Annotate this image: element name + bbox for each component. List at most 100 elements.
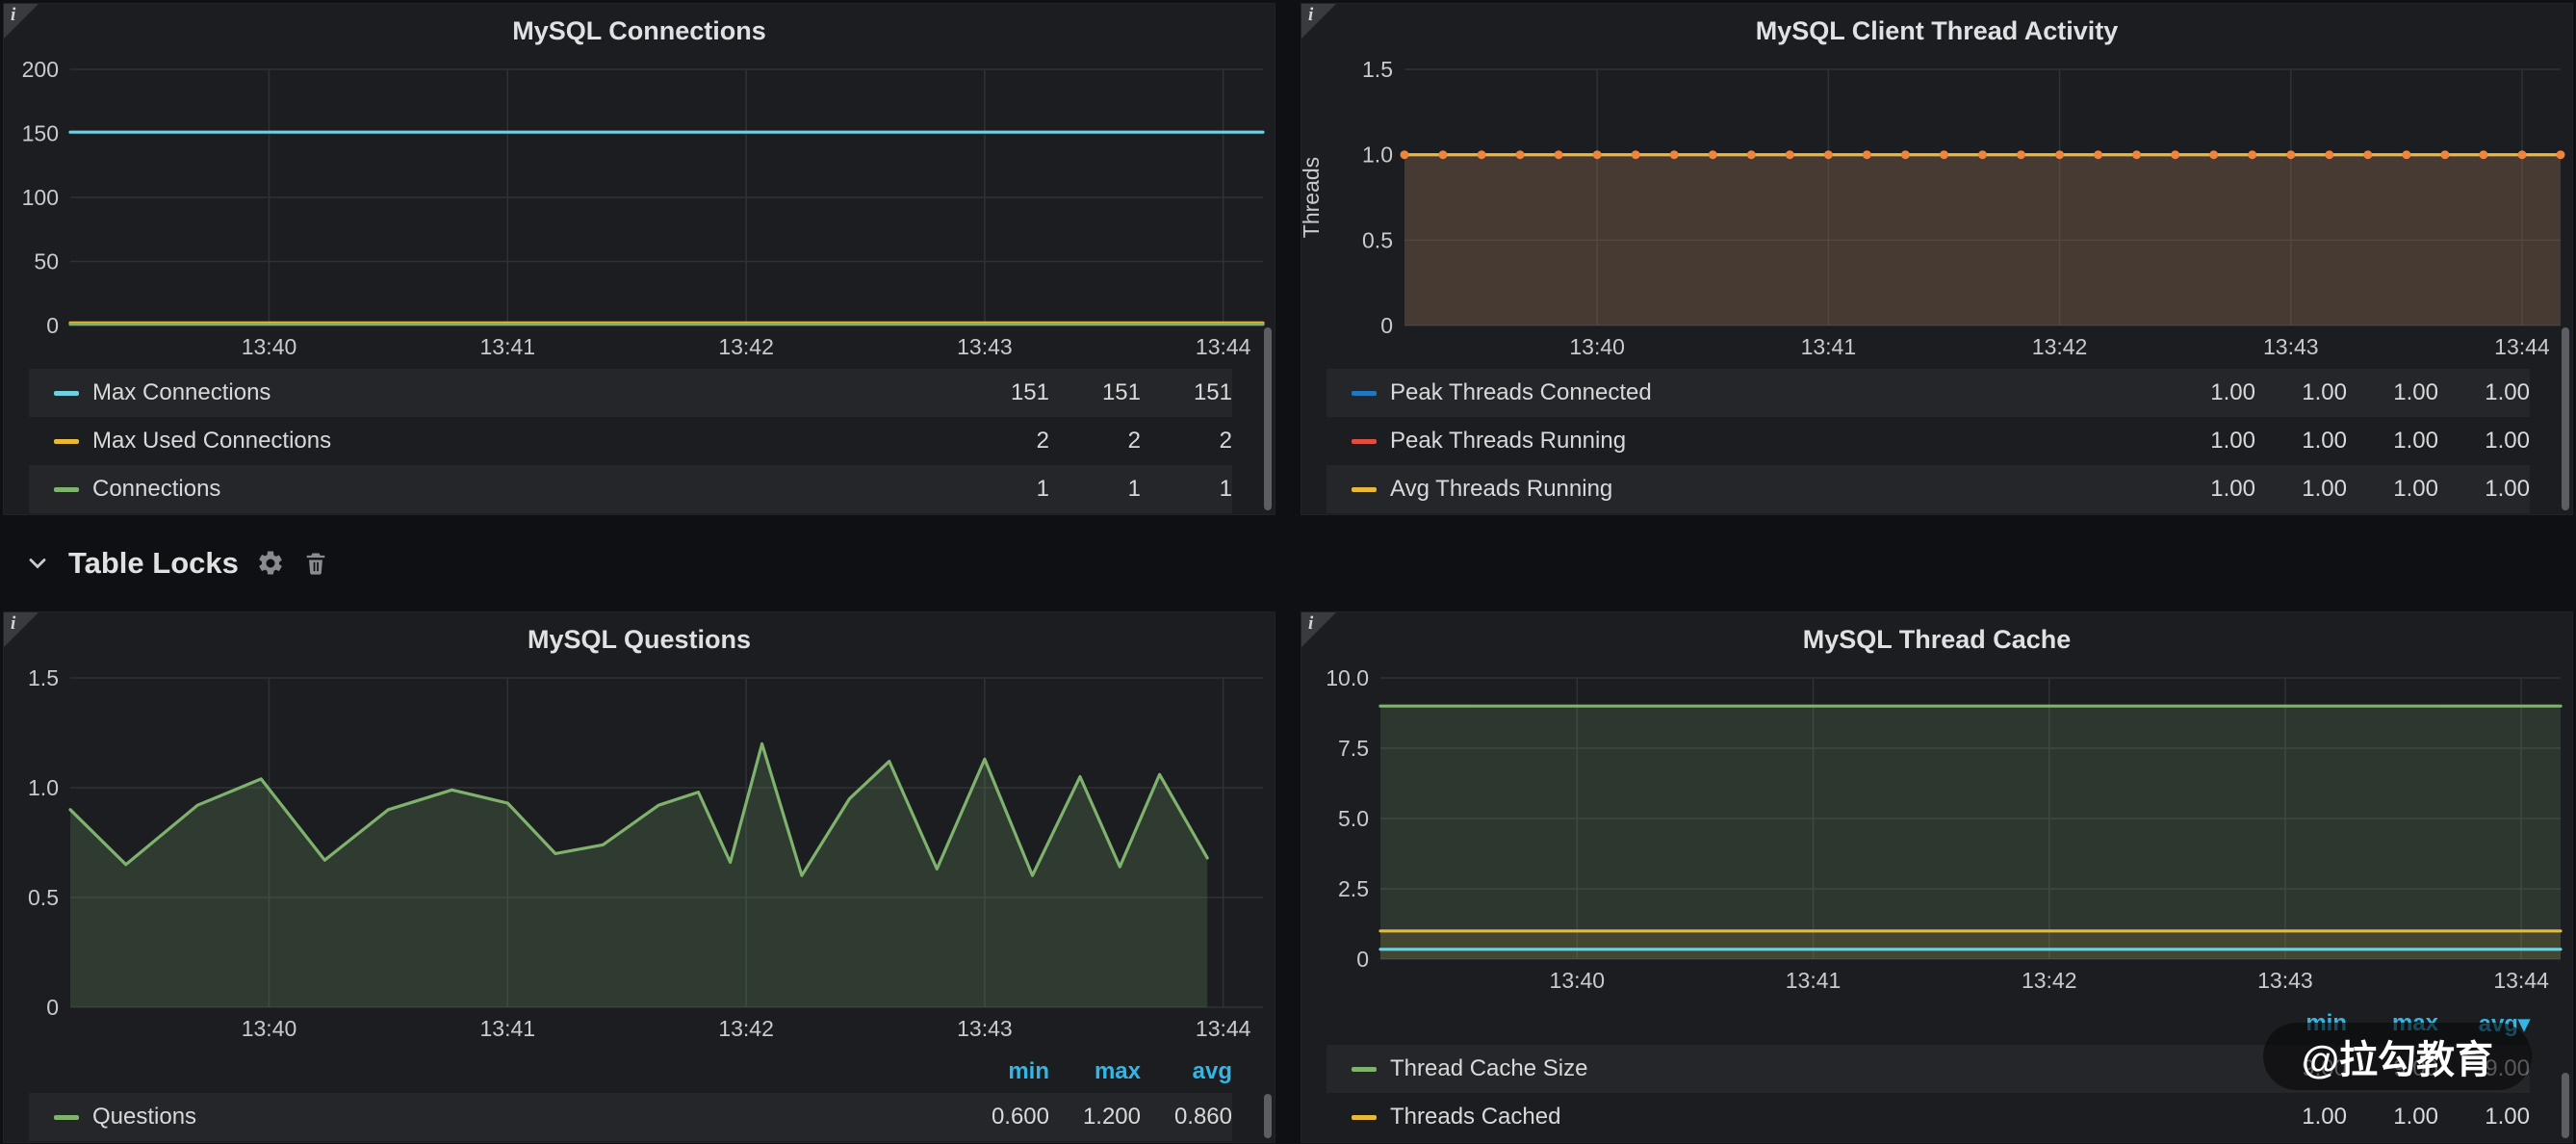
series-color-dash[interactable] bbox=[54, 391, 79, 396]
svg-text:50: 50 bbox=[34, 249, 59, 274]
legend-row: Peak Threads Connected1.001.001.001.00 bbox=[1327, 369, 2530, 417]
series-label[interactable]: Peak Threads Running bbox=[1390, 428, 2164, 455]
series-label[interactable]: Max Used Connections bbox=[92, 428, 958, 455]
info-letter: i bbox=[11, 5, 15, 26]
svg-text:13:41: 13:41 bbox=[480, 1016, 536, 1041]
section-title[interactable]: Table Locks bbox=[68, 546, 239, 581]
svg-text:13:43: 13:43 bbox=[957, 1016, 1013, 1041]
svg-text:200: 200 bbox=[22, 57, 59, 82]
svg-text:1.0: 1.0 bbox=[1362, 143, 1393, 168]
svg-text:13:44: 13:44 bbox=[2494, 334, 2550, 359]
svg-text:13:41: 13:41 bbox=[480, 334, 536, 359]
legend-value: 0.860 bbox=[1141, 1104, 1232, 1131]
series-color-dash[interactable] bbox=[54, 487, 79, 492]
panel-info-icon[interactable]: i bbox=[1301, 612, 1336, 647]
chevron-down-icon[interactable] bbox=[24, 550, 51, 577]
series-label[interactable]: Threads Cached bbox=[1390, 1104, 2255, 1131]
legend-header-row: minmaxavg bbox=[29, 1051, 1232, 1093]
legend-row: Max Connections151151151 bbox=[29, 369, 1232, 417]
legend-value: 2 bbox=[1049, 428, 1141, 455]
panel-title[interactable]: MySQL Client Thread Activity bbox=[1301, 4, 2572, 54]
svg-text:0.5: 0.5 bbox=[28, 885, 59, 910]
legend-mysql-connections: Max Connections151151151Max Used Connect… bbox=[4, 367, 1275, 515]
series-label[interactable]: Connections bbox=[92, 476, 958, 503]
svg-text:5.0: 5.0 bbox=[1338, 806, 1369, 831]
panel-mysql-client-thread-activity: i MySQL Client Thread Activity 00.51.01.… bbox=[1301, 3, 2573, 515]
legend-value: 1.00 bbox=[2347, 379, 2438, 406]
legend-value: 0.600 bbox=[958, 1104, 1049, 1131]
legend-value: 2 bbox=[1141, 428, 1232, 455]
svg-text:1.5: 1.5 bbox=[1362, 57, 1393, 82]
chart-mysql-connections[interactable]: 05010015020013:4013:4113:4213:4313:44 bbox=[4, 54, 1275, 367]
legend-row: Avg Threads Running1.001.001.001.00 bbox=[1327, 465, 2530, 513]
panel-info-icon[interactable]: i bbox=[4, 612, 39, 647]
series-label[interactable]: Peak Threads Connected bbox=[1390, 379, 2164, 406]
svg-text:13:41: 13:41 bbox=[1786, 968, 1842, 993]
panel-row-top: i MySQL Connections 05010015020013:4013:… bbox=[3, 3, 2573, 515]
series-color-dash[interactable] bbox=[1352, 391, 1377, 396]
svg-text:13:42: 13:42 bbox=[718, 1016, 774, 1041]
grafana-dashboard: i MySQL Connections 05010015020013:4013:… bbox=[0, 0, 2576, 1144]
svg-text:13:40: 13:40 bbox=[242, 334, 297, 359]
info-letter: i bbox=[1308, 5, 1313, 26]
series-label[interactable]: Questions bbox=[92, 1104, 958, 1131]
chart-mysql-questions[interactable]: 00.51.01.513:4013:4113:4213:4313:44 bbox=[4, 663, 1275, 1049]
panel-mysql-questions: i MySQL Questions 00.51.01.513:4013:4113… bbox=[3, 611, 1275, 1143]
chart-mysql-thread-cache[interactable]: 02.55.07.510.013:4013:4113:4213:4313:44 bbox=[1301, 663, 2572, 1001]
legend-header-max[interactable]: max bbox=[1049, 1058, 1141, 1085]
legend-row: Connections111 bbox=[29, 465, 1232, 513]
panel-mysql-connections: i MySQL Connections 05010015020013:4013:… bbox=[3, 3, 1275, 515]
panel-title[interactable]: MySQL Thread Cache bbox=[1301, 612, 2572, 663]
legend-mysql-questions: minmaxavgQuestions0.6001.2000.860 bbox=[4, 1049, 1275, 1143]
info-letter: i bbox=[1308, 613, 1313, 635]
legend-value: 1 bbox=[1141, 476, 1232, 503]
chart-mysql-client-thread-activity[interactable]: 00.51.01.513:4013:4113:4213:4313:44Threa… bbox=[1301, 54, 2572, 367]
info-corner-triangle bbox=[1301, 4, 1336, 39]
series-label[interactable]: Avg Threads Running bbox=[1390, 476, 2164, 503]
legend-value: 2 bbox=[958, 428, 1049, 455]
legend-header-avg[interactable]: avg bbox=[1141, 1058, 1232, 1085]
panel-info-icon[interactable]: i bbox=[4, 4, 39, 39]
series-color-dash[interactable] bbox=[54, 1115, 79, 1120]
legend-value: 1 bbox=[1049, 476, 1141, 503]
svg-text:10.0: 10.0 bbox=[1326, 665, 1369, 690]
legend-row: Max Used Connections222 bbox=[29, 417, 1232, 465]
series-label[interactable]: Max Connections bbox=[92, 379, 958, 406]
section-header-table-locks: Table Locks bbox=[3, 517, 2573, 610]
panel-title[interactable]: MySQL Connections bbox=[4, 4, 1275, 54]
svg-text:13:44: 13:44 bbox=[1196, 334, 1251, 359]
panel-info-icon[interactable]: i bbox=[1301, 4, 1336, 39]
trash-icon[interactable] bbox=[302, 550, 329, 577]
scrollbar-thumb[interactable] bbox=[2562, 1073, 2569, 1138]
svg-text:13:43: 13:43 bbox=[2263, 334, 2319, 359]
svg-text:Threads: Threads bbox=[1301, 157, 1324, 238]
svg-text:13:43: 13:43 bbox=[2257, 968, 2313, 993]
svg-text:13:44: 13:44 bbox=[1196, 1016, 1251, 1041]
legend-value: 1.00 bbox=[2255, 1104, 2347, 1131]
legend-header-min[interactable]: min bbox=[958, 1058, 1049, 1085]
svg-text:13:42: 13:42 bbox=[2022, 968, 2077, 993]
series-color-dash[interactable] bbox=[1352, 1115, 1377, 1120]
series-label[interactable]: Thread Cache Size bbox=[1390, 1055, 2255, 1082]
legend-value: 1.00 bbox=[2164, 476, 2255, 503]
series-color-dash[interactable] bbox=[1352, 1067, 1377, 1072]
legend-value: 1.00 bbox=[2347, 476, 2438, 503]
svg-text:13:42: 13:42 bbox=[718, 334, 774, 359]
svg-text:1.5: 1.5 bbox=[28, 665, 59, 690]
series-color-dash[interactable] bbox=[1352, 487, 1377, 492]
svg-text:150: 150 bbox=[22, 121, 59, 146]
svg-text:13:44: 13:44 bbox=[2493, 968, 2549, 993]
scrollbar-thumb[interactable] bbox=[1264, 1094, 1272, 1138]
series-color-dash[interactable] bbox=[54, 439, 79, 444]
svg-text:100: 100 bbox=[22, 185, 59, 210]
series-color-dash[interactable] bbox=[1352, 439, 1377, 444]
legend-row: Questions0.6001.2000.860 bbox=[29, 1093, 1232, 1141]
legend-value: 1.00 bbox=[2438, 428, 2530, 455]
scrollbar-thumb[interactable] bbox=[1264, 327, 1272, 510]
scrollbar-thumb[interactable] bbox=[2562, 327, 2569, 510]
info-letter: i bbox=[11, 613, 15, 635]
info-corner-triangle bbox=[4, 4, 39, 39]
panel-title[interactable]: MySQL Questions bbox=[4, 612, 1275, 663]
gear-icon[interactable] bbox=[256, 549, 285, 578]
legend-value: 1.00 bbox=[2255, 379, 2347, 406]
